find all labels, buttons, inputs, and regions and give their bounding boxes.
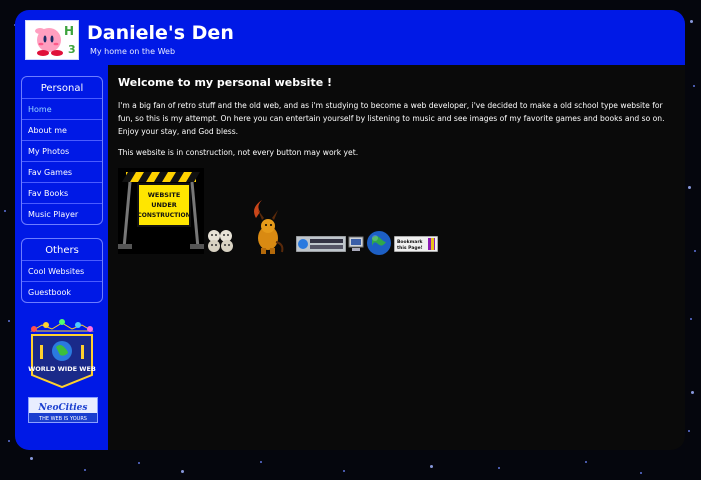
nav-link-about-me[interactable]: About me <box>22 120 102 141</box>
under-construction-gif: WEBSITE UNDER CONSTRUCTION <box>118 168 204 258</box>
bookmark-text-line2: this Page! <box>397 245 423 251</box>
others-nav: Others Cool Websites Guestbook <box>21 238 103 303</box>
main-window: H 3 Daniele's Den My home on the Web Per… <box>15 10 685 450</box>
neocities-badge[interactable]: NeoCities THE WEB IS YOURS <box>28 397 98 423</box>
svg-text:H: H <box>64 24 74 38</box>
gif-strip: WEBSITE UNDER CONSTRUCTION Bookmark this… <box>118 168 448 258</box>
svg-text:UNDER: UNDER <box>151 201 177 209</box>
bookmark-this-page-badge[interactable]: Bookmark this Page! <box>393 235 439 256</box>
construction-notice: This website is in construction, not eve… <box>118 148 359 157</box>
site-header: H 3 Daniele's Den My home on the Web <box>15 10 685 65</box>
neocities-badge-text: NeoCities <box>38 403 88 413</box>
svg-text:3: 3 <box>68 43 76 56</box>
bookmark-text-line1: Bookmark <box>397 239 424 245</box>
others-nav-title: Others <box>22 239 102 261</box>
kirby-logo-icon: H 3 <box>25 20 79 60</box>
welcome-heading: Welcome to my personal website ! <box>118 76 333 89</box>
main-content: Welcome to my personal website ! I'm a b… <box>118 76 678 167</box>
personal-nav-title: Personal <box>22 77 102 99</box>
intro-paragraph: I'm a big fan of retro stuff and the old… <box>118 101 665 136</box>
nav-link-music-player[interactable]: Music Player <box>22 204 102 224</box>
nav-link-cool-websites[interactable]: Cool Websites <box>22 261 102 282</box>
computer-icon <box>348 236 364 256</box>
svg-text:CONSTRUCTION: CONSTRUCTION <box>137 212 190 219</box>
neocities-tagline: THE WEB IS YOURS <box>38 416 87 422</box>
nav-link-fav-books[interactable]: Fav Books <box>22 183 102 204</box>
raichu-gif <box>246 198 286 262</box>
sidebar: Personal Home About me My Photos Fav Gam… <box>15 65 108 450</box>
svg-text:WEBSITE: WEBSITE <box>148 191 181 199</box>
site-subtitle: My home on the Web <box>90 47 176 56</box>
nav-link-fav-games[interactable]: Fav Games <box>22 162 102 183</box>
personal-nav: Personal Home About me My Photos Fav Gam… <box>21 76 103 225</box>
www-badge-text: WORLD WIDE WEB <box>28 365 96 373</box>
hamsters-gif <box>206 228 236 256</box>
globe-icon <box>366 230 392 260</box>
nav-link-my-photos[interactable]: My Photos <box>22 141 102 162</box>
world-wide-web-badge[interactable]: WORLD WIDE WEB <box>28 317 96 392</box>
nav-link-home[interactable]: Home <box>22 99 102 120</box>
site-title: Daniele's Den <box>87 22 234 44</box>
small-web-badge[interactable] <box>295 235 347 256</box>
nav-link-guestbook[interactable]: Guestbook <box>22 282 102 302</box>
